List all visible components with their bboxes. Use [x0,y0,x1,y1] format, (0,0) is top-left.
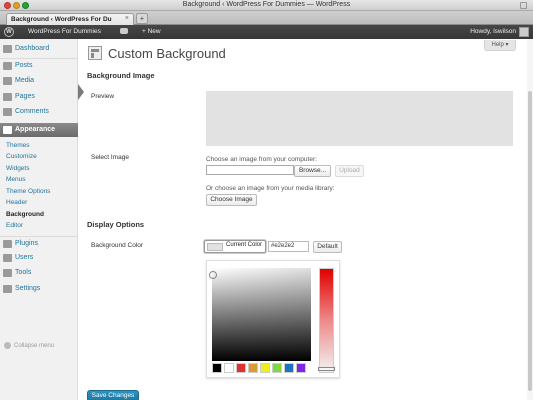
active-menu-arrow [78,84,84,100]
background-color-label: Background Color [91,242,144,249]
sidebar-item-pages[interactable]: Pages [0,90,78,104]
submenu-item-background[interactable]: Background [6,211,44,218]
current-color-button[interactable]: Current Color [204,240,266,253]
sidebar-item-label: Media [15,77,35,84]
palette-swatch[interactable] [224,363,234,373]
palette-swatch[interactable] [296,363,306,373]
appearance-page-icon [88,46,102,60]
tools-icon [3,269,12,277]
palette-swatch[interactable] [284,363,294,373]
sidebar-item-settings[interactable]: Settings [0,282,78,296]
help-tab-button[interactable]: Help ▾ [484,40,516,51]
dashboard-icon [3,45,12,53]
sidebar-item-label: Appearance [15,126,56,133]
plug-icon [3,240,12,248]
sidebar-item-label: Users [15,254,34,261]
page-icon [3,93,12,101]
sidebar-item-dashboard[interactable]: Dashboard [0,42,78,56]
background-preview [206,91,513,146]
browser-tab[interactable]: Background ‹ WordPress For Du × [6,13,134,25]
howdy-user-link[interactable]: Howdy, lswilson [470,28,516,35]
new-content-link[interactable]: + New [142,28,161,35]
library-hint: Or choose an image from your media libra… [206,185,335,192]
upload-hint: Choose an image from your computer: [206,156,317,163]
sidebar-item-label: Posts [15,62,33,69]
fullscreen-icon[interactable] [520,2,527,9]
sidebar-item-media[interactable]: Media [0,74,78,88]
avatar[interactable] [519,27,529,37]
new-tab-button[interactable]: + [136,13,148,24]
submenu-item-themes[interactable]: Themes [6,142,29,149]
pin-icon [3,62,12,70]
collapse-menu-button[interactable]: Collapse menu [4,342,54,349]
submenu-item-menus[interactable]: Menus [6,176,26,183]
submenu-item-header[interactable]: Header [6,199,27,206]
sidebar-item-label: Comments [15,108,49,115]
palette-swatch[interactable] [248,363,258,373]
palette-swatch[interactable] [236,363,246,373]
default-color-button[interactable]: Default [313,241,342,253]
comment-bubble-icon[interactable] [120,28,128,34]
palette-swatch[interactable] [212,363,222,373]
upload-button[interactable]: Upload [335,165,364,177]
sidebar-item-posts[interactable]: Posts [0,58,78,72]
sidebar-item-label: Settings [15,285,41,292]
preview-label: Preview [91,93,115,100]
tab-title: Background ‹ WordPress For Du [11,16,112,23]
hue-slider[interactable] [319,268,334,373]
sidebar-item-label: Tools [15,269,32,276]
submenu-item-widgets[interactable]: Widgets [6,165,29,172]
section-title-background-image: Background Image [87,71,155,80]
submenu-item-customize[interactable]: Customize [6,153,37,160]
window-title: Background ‹ WordPress For Dummies — Wor… [182,1,351,8]
submenu-item-theme-options[interactable]: Theme Options [6,188,50,195]
scrollbar-thumb[interactable] [528,91,532,391]
collapse-menu-label: Collapse menu [14,343,55,350]
palette-swatch[interactable] [272,363,282,373]
current-color-label: Current Color [226,242,263,248]
sidebar-item-label: Plugins [15,240,38,247]
admin-bar: W WordPress For Dummies + New Howdy, lsw… [0,25,533,39]
settings-icon [3,285,12,293]
section-title-display-options: Display Options [87,220,145,229]
sidebar-item-users[interactable]: Users [0,251,78,265]
current-color-swatch [207,243,223,251]
choose-image-button[interactable]: Choose Image [206,194,257,206]
hue-slider-handle[interactable] [318,367,335,371]
save-changes-button[interactable]: Save Changes [87,390,139,400]
sidebar-item-label: Dashboard [15,45,50,52]
tab-close-icon[interactable]: × [125,15,129,22]
browse-button[interactable]: Browse... [294,165,331,177]
tab-bar: Background ‹ WordPress For Du × + [0,11,533,25]
site-name-link[interactable]: WordPress For Dummies [28,28,101,35]
appearance-icon [3,126,12,134]
page-title: Custom Background [108,46,226,61]
collapse-arrow-icon [4,342,11,349]
media-icon [3,77,12,85]
sidebar-item-appearance[interactable]: Appearance [0,123,78,137]
comment-icon [3,108,12,116]
hex-color-input[interactable]: #e2e2e2 [268,241,309,252]
sidebar-item-plugins[interactable]: Plugins [0,236,78,250]
sidebar-item-label: Pages [15,93,35,100]
file-input[interactable] [206,165,294,175]
saturation-handle[interactable] [209,271,217,279]
admin-sidebar: Dashboard Posts Media Pages Comments App… [0,39,78,400]
wordpress-logo-icon[interactable]: W [4,27,14,37]
color-picker [206,260,340,378]
page-scrollbar[interactable] [527,39,533,400]
sidebar-item-comments[interactable]: Comments [0,105,78,119]
sidebar-item-tools[interactable]: Tools [0,266,78,280]
select-image-label: Select Image [91,154,129,161]
palette-swatch[interactable] [260,363,270,373]
saturation-square[interactable] [212,268,311,361]
submenu-item-editor[interactable]: Editor [6,222,23,229]
window-titlebar: Background ‹ WordPress For Dummies — Wor… [0,0,533,11]
users-icon [3,254,12,262]
